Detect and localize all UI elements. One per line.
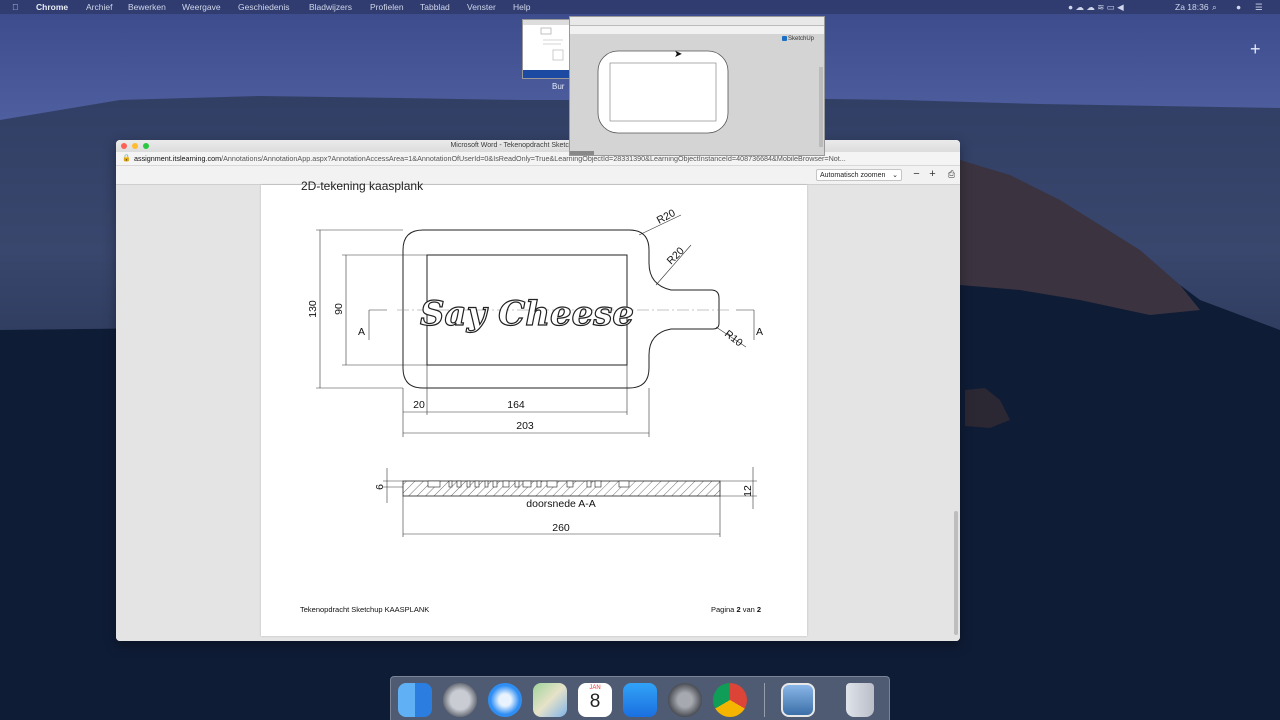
- window-thumbnail-sketchup[interactable]: SketchUp ➤: [569, 16, 825, 156]
- dim-r20-top-text: R20: [655, 207, 678, 227]
- menu-weergave[interactable]: Weergave: [182, 0, 221, 14]
- zoom-in-button[interactable]: +: [926, 168, 939, 181]
- browser-window: Microsoft Word - Tekenopdracht Sketchup …: [116, 140, 960, 641]
- zoom-select-value: Automatisch zoomen: [820, 172, 886, 179]
- preview-icon[interactable]: [781, 683, 815, 717]
- dim-90-text: 90: [333, 303, 345, 315]
- trash-icon[interactable]: [846, 683, 874, 717]
- menu-help[interactable]: Help: [513, 0, 530, 14]
- chrome-icon[interactable]: [713, 683, 747, 717]
- technical-drawing: Say Cheese R20 R20 R10 130 90 A A 20 164…: [307, 207, 763, 537]
- dock: JAN 8: [390, 676, 890, 720]
- mouse-cursor-icon: ➤: [674, 49, 683, 60]
- document-thumbnail-icon: [523, 20, 571, 78]
- board-logo-text: Say Cheese: [420, 294, 634, 334]
- dim-130-text: 130: [307, 300, 319, 318]
- dim-r20-mid-text: R20: [665, 245, 687, 267]
- dim-203-text: 203: [516, 420, 534, 432]
- menu-profielen[interactable]: Profielen: [370, 0, 404, 14]
- window-thumbnail-document[interactable]: [522, 19, 572, 79]
- viewer-toolbar: Automatisch zoomen ⌄ − + ⎙: [116, 166, 960, 185]
- sketchup-canvas: [570, 50, 823, 155]
- calendar-icon[interactable]: JAN 8: [578, 683, 612, 717]
- footer-total-pages: 2: [756, 605, 762, 614]
- dim-12-text: 12: [742, 485, 754, 497]
- menu-bladwijzers[interactable]: Bladwijzers: [309, 0, 352, 14]
- footer-title: Tekenopdracht Sketchup KAASPLANK: [300, 605, 430, 614]
- footer-page-number: Pagina 2 van 2: [711, 605, 761, 614]
- minimize-window-icon[interactable]: [132, 143, 138, 149]
- chevron-down-icon: ⌄: [892, 172, 898, 179]
- menu-tabblad[interactable]: Tabblad: [420, 0, 450, 14]
- menu-archief[interactable]: Archief: [86, 0, 112, 14]
- thumbnail-caption: Bur: [552, 82, 565, 91]
- dock-separator: [764, 683, 765, 717]
- address-bar[interactable]: 🔒 assignment.itslearning.com/Annotations…: [116, 152, 960, 166]
- apple-menu-icon[interactable]: : [12, 0, 18, 14]
- desktop:  Chrome Archief Bewerken Weergave Gesch…: [0, 0, 1280, 720]
- status-icons: ● ☁ ☁ ≋ ▭ ◀: [1068, 2, 1124, 12]
- window-titlebar[interactable]: Microsoft Word - Tekenopdracht Sketchup …: [116, 140, 960, 152]
- maximize-window-icon[interactable]: [143, 143, 149, 149]
- notification-center-icon[interactable]: ☰: [1255, 0, 1263, 14]
- safari-icon[interactable]: [488, 683, 522, 717]
- section-a-left-text: A: [358, 326, 365, 338]
- launchpad-icon[interactable]: [443, 683, 477, 717]
- footer-current-page: 2: [736, 605, 741, 614]
- url-host: assignment.itslearning.com: [134, 154, 222, 163]
- menu-app-name[interactable]: Chrome: [36, 0, 68, 14]
- viewer-scrollbar[interactable]: [954, 511, 958, 635]
- maps-icon[interactable]: [533, 683, 567, 717]
- print-icon[interactable]: ⎙: [945, 168, 958, 181]
- footer-page-word: Pagina: [711, 605, 735, 614]
- zoom-out-button[interactable]: −: [910, 168, 923, 181]
- document-page: 2D-tekening kaasplank Say Cheese R20 R20…: [261, 179, 807, 636]
- section-a-right-text: A: [756, 326, 763, 338]
- menu-bewerken[interactable]: Bewerken: [128, 0, 166, 14]
- menu-venster[interactable]: Venster: [467, 0, 496, 14]
- spotlight-icon[interactable]: ⌕: [1212, 0, 1217, 14]
- finder-icon[interactable]: [398, 683, 432, 717]
- system-preferences-icon[interactable]: [668, 683, 702, 717]
- dim-r10-text: R10: [722, 328, 745, 349]
- footer-of-word: van: [742, 605, 755, 614]
- cross-section-grooves: [427, 480, 630, 488]
- zoom-select[interactable]: Automatisch zoomen ⌄: [816, 169, 902, 181]
- dim-164-text: 164: [507, 399, 525, 411]
- lock-icon: 🔒: [122, 155, 131, 162]
- calendar-day: 8: [589, 691, 601, 712]
- dim-20-text: 20: [413, 399, 425, 411]
- pdf-viewer: Automatisch zoomen ⌄ − + ⎙ 2D-tekening k…: [116, 166, 960, 641]
- menu-geschiedenis[interactable]: Geschiedenis: [238, 0, 290, 14]
- close-window-icon[interactable]: [121, 143, 127, 149]
- dim-260-text: 260: [552, 522, 570, 534]
- user-icon[interactable]: ●: [1236, 0, 1241, 14]
- section-label: doorsnede A-A: [526, 498, 595, 510]
- menu-bar:  Chrome Archief Bewerken Weergave Gesch…: [0, 0, 1280, 14]
- add-desktop-plus-icon[interactable]: +: [1250, 40, 1261, 58]
- menu-clock[interactable]: Za 18:36: [1175, 0, 1209, 14]
- app-store-icon[interactable]: [623, 683, 657, 717]
